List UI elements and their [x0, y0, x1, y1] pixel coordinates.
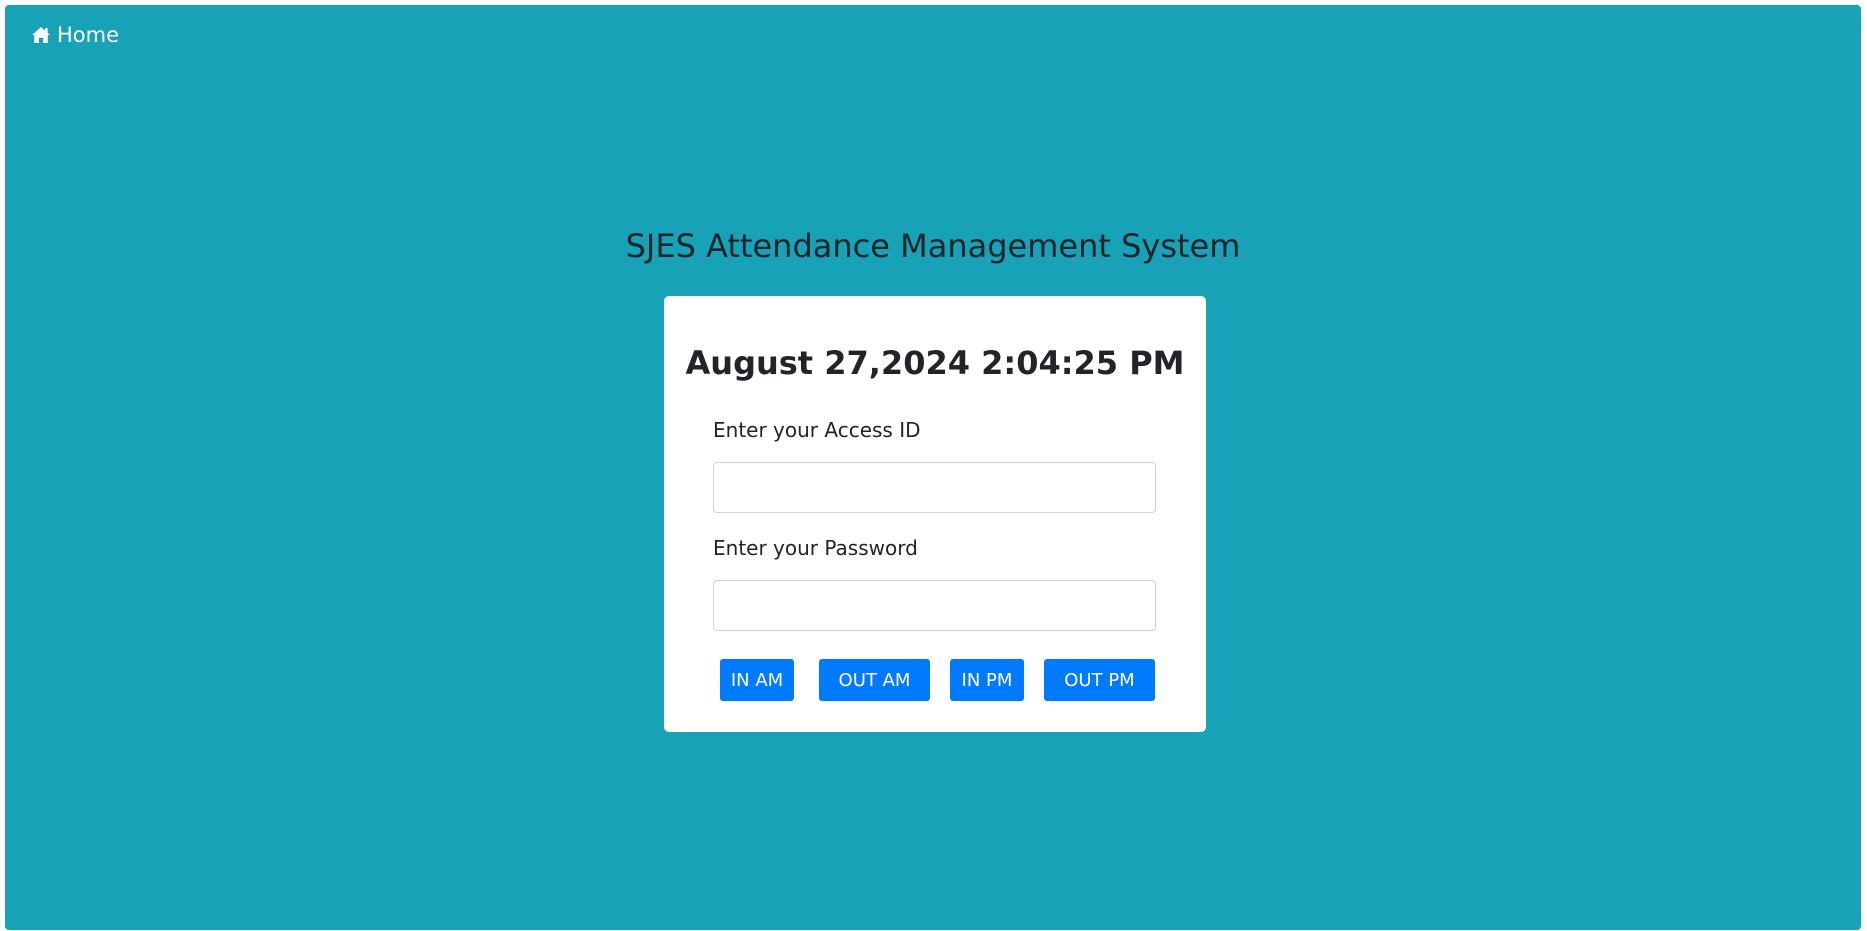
in-pm-button[interactable]: IN PM: [950, 659, 1024, 701]
home-link[interactable]: Home: [31, 23, 119, 47]
current-datetime: August 27,2024 2:04:25 PM: [685, 344, 1185, 382]
page-title: SJES Attendance Management System: [625, 227, 1241, 265]
out-pm-button[interactable]: OUT PM: [1044, 659, 1155, 701]
password-label: Enter your Password: [713, 536, 918, 560]
access-id-input[interactable]: [713, 462, 1156, 513]
home-icon: [31, 26, 51, 44]
password-input[interactable]: [713, 580, 1156, 631]
page-background: Home SJES Attendance Management System A…: [5, 5, 1861, 930]
home-link-label: Home: [57, 23, 120, 47]
access-id-label: Enter your Access ID: [713, 418, 921, 442]
attendance-card: August 27,2024 2:04:25 PM Enter your Acc…: [664, 296, 1206, 732]
in-am-button[interactable]: IN AM: [720, 659, 794, 701]
out-am-button[interactable]: OUT AM: [819, 659, 930, 701]
